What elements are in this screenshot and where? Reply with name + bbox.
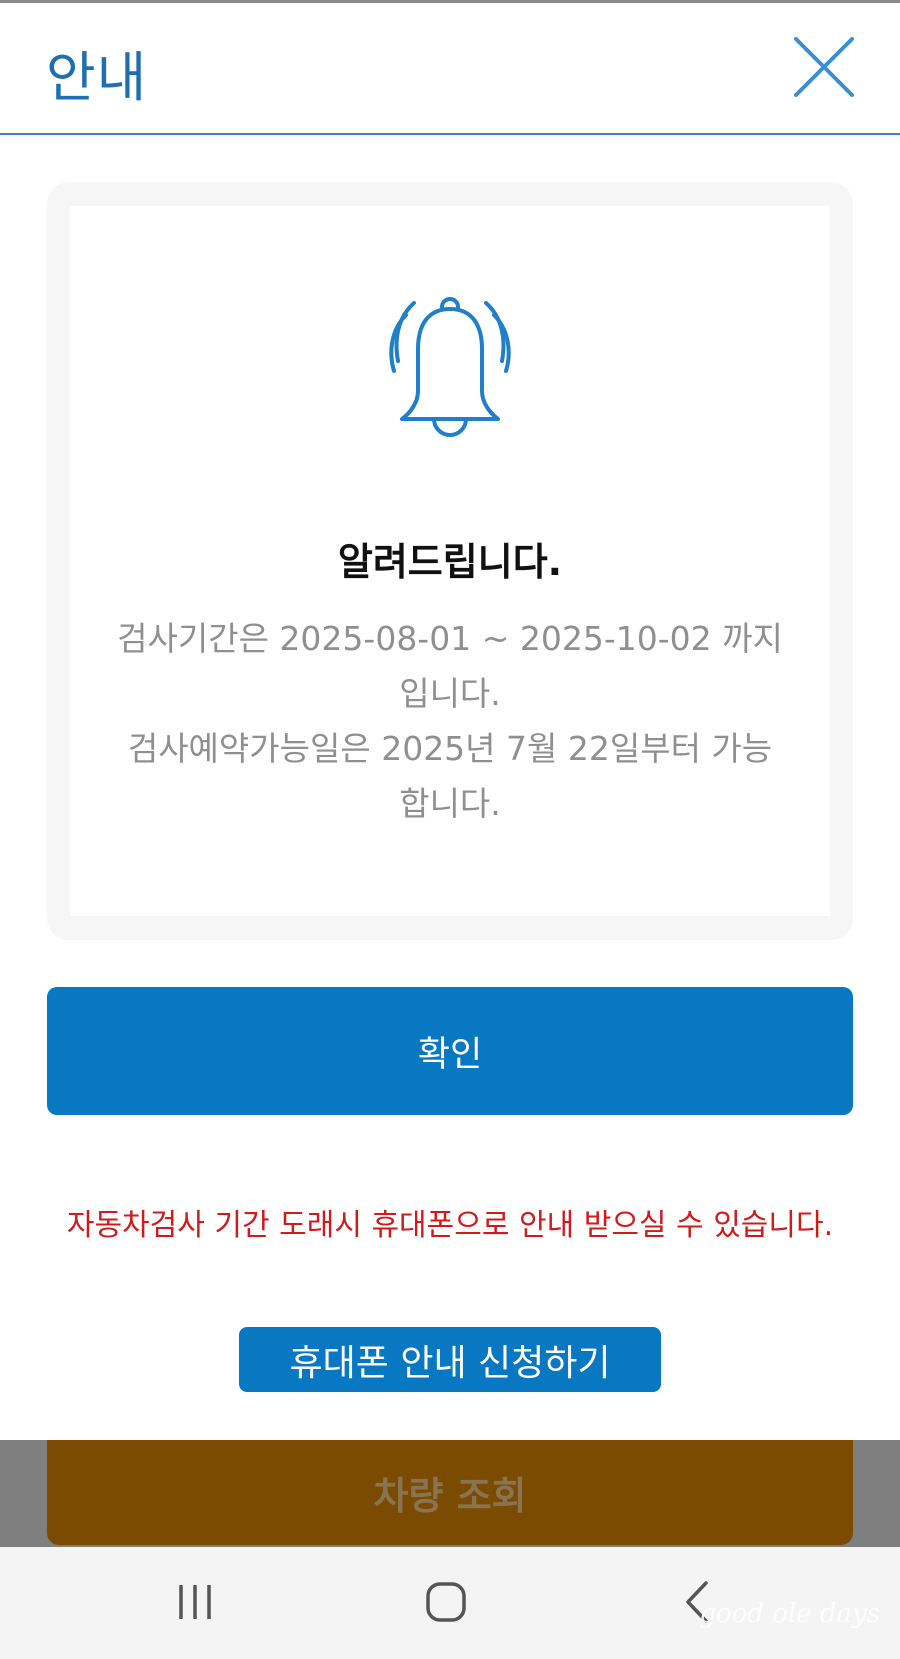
home-button[interactable] <box>416 1577 476 1627</box>
notice-line: 합니다. <box>399 784 501 823</box>
home-icon <box>426 1582 466 1622</box>
notice-title: 알려드립니다. <box>337 540 563 584</box>
recent-apps-icon <box>179 1585 211 1619</box>
notice-line: 검사기간은 2025-08-01 ~ 2025-10-02 까지 <box>117 619 783 658</box>
vehicle-lookup-button: 차량 조회 <box>47 1440 853 1545</box>
bell-icon <box>389 297 511 437</box>
system-navigation-bar: good ole days <box>0 1547 900 1659</box>
sms-alert-text: 자동차검사 기간 도래시 휴대폰으로 안내 받으실 수 있습니다. <box>66 1208 834 1243</box>
recent-apps-button[interactable] <box>165 1577 225 1627</box>
notice-card-inner: 알려드립니다. 검사기간은 2025-08-01 ~ 2025-10-02 까지… <box>70 206 830 916</box>
close-button[interactable] <box>792 35 856 99</box>
notice-body: 검사기간은 2025-08-01 ~ 2025-10-02 까지 입니다. 검사… <box>110 611 790 831</box>
close-icon <box>794 37 854 97</box>
apply-sms-notice-button[interactable]: 휴대폰 안내 신청하기 <box>239 1327 661 1392</box>
confirm-button[interactable]: 확인 <box>47 987 853 1115</box>
notice-card: 알려드립니다. 검사기간은 2025-08-01 ~ 2025-10-02 까지… <box>47 182 853 940</box>
notice-line: 검사예약가능일은 2025년 7월 22일부터 가능 <box>127 729 773 768</box>
dialog-title: 안내 <box>46 46 148 109</box>
dialog-header: 안내 <box>0 3 900 135</box>
notice-line: 입니다. <box>399 674 501 713</box>
watermark-text: good ole days <box>699 1599 880 1629</box>
